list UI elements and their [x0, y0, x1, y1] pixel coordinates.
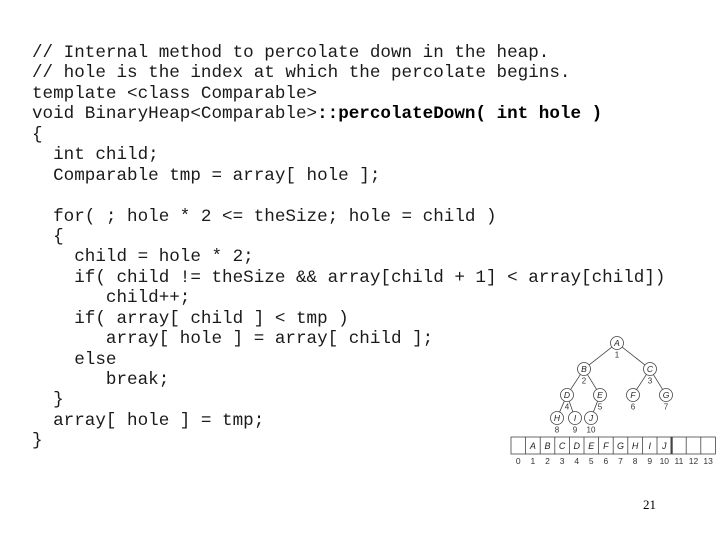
tree-edge	[636, 374, 647, 390]
array-index: 1	[531, 456, 536, 466]
array-index: 8	[633, 456, 638, 466]
tree-edge	[570, 374, 581, 390]
tree-node-label: H	[554, 413, 561, 423]
array-index: 9	[647, 456, 652, 466]
tree-edge	[568, 401, 574, 412]
binary-heap-figure: A1B2C3D4E5F6G7H8I9J100A1B2C3D4E5F6G7H8I9…	[510, 336, 716, 466]
tree-node-label: B	[581, 364, 587, 374]
tree-node-index: 5	[598, 403, 603, 412]
tree-node-index: 8	[555, 426, 560, 435]
array-cell: J	[661, 441, 667, 451]
tree-node-index: 10	[587, 426, 596, 435]
tree-node-index: 9	[573, 426, 578, 435]
array-index: 11	[674, 456, 683, 466]
tree-node-label: D	[564, 390, 570, 400]
array-cell: G	[617, 441, 624, 451]
array-index: 10	[660, 456, 670, 466]
tree-edge	[588, 346, 613, 366]
array-cell: D	[573, 441, 580, 451]
tree-edge	[559, 400, 565, 413]
array-index: 2	[545, 456, 550, 466]
array-index: 3	[560, 456, 565, 466]
tree-node-index: 3	[648, 377, 653, 386]
page-number: 21	[643, 497, 656, 512]
tree-node-index: 4	[565, 403, 570, 412]
array-index: 6	[604, 456, 609, 466]
array-index: 4	[574, 456, 579, 466]
array-index: 7	[618, 456, 623, 466]
tree-node-index: 1	[615, 351, 620, 360]
tree-node-label: A	[613, 338, 620, 348]
array-index: 12	[689, 456, 699, 466]
tree-node-label: F	[630, 390, 636, 400]
tree-node-index: 6	[631, 403, 636, 412]
tree-node-index: 7	[664, 403, 669, 412]
tree-edge	[653, 374, 663, 390]
tree-node-label: J	[588, 413, 594, 423]
tree-node-label: C	[647, 364, 654, 374]
array-cell: A	[529, 441, 536, 451]
array-index: 13	[703, 456, 713, 466]
tree-edge	[621, 346, 646, 366]
array-cell: B	[544, 441, 550, 451]
array-cell: C	[559, 441, 566, 451]
array-index: 5	[589, 456, 594, 466]
array-cell: H	[632, 441, 639, 451]
array-cell: F	[603, 441, 609, 451]
array-cell: E	[588, 441, 595, 451]
tree-node-index: 2	[582, 377, 587, 386]
tree-node-label: G	[663, 390, 670, 400]
tree-edge	[587, 374, 597, 390]
array-index: 0	[516, 456, 521, 466]
tree-node-label: E	[597, 390, 603, 400]
